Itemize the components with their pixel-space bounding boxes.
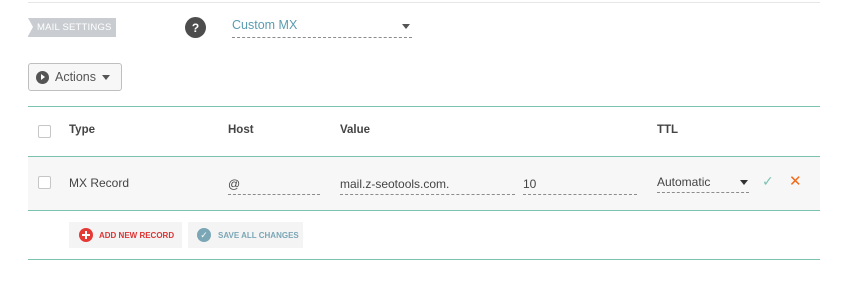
actions-label: Actions bbox=[55, 70, 96, 84]
column-header-ttl: TTL bbox=[657, 124, 679, 136]
check-circle-icon: ✓ bbox=[197, 228, 211, 242]
priority-input[interactable]: 10 bbox=[523, 177, 637, 195]
ttl-select[interactable]: Automatic bbox=[657, 175, 749, 193]
add-new-record-label: ADD NEW RECORD bbox=[99, 230, 175, 240]
record-type: MX Record bbox=[69, 176, 130, 190]
row-bottom-divider bbox=[28, 210, 820, 211]
plus-circle-icon bbox=[79, 228, 93, 242]
actions-button[interactable]: Actions bbox=[28, 63, 122, 91]
label-notch bbox=[28, 18, 33, 36]
row-checkbox[interactable] bbox=[38, 176, 51, 189]
host-input[interactable]: @ bbox=[228, 177, 320, 195]
save-all-changes-button[interactable]: ✓ SAVE ALL CHANGES bbox=[188, 222, 303, 248]
table-top-divider bbox=[28, 106, 820, 107]
chevron-down-icon bbox=[402, 24, 410, 29]
delete-x-icon[interactable]: ✕ bbox=[789, 172, 802, 190]
column-header-host: Host bbox=[228, 124, 254, 136]
chevron-down-icon bbox=[740, 180, 748, 185]
mail-settings-label: MAIL SETTINGS bbox=[28, 18, 116, 37]
add-new-record-button[interactable]: ADD NEW RECORD bbox=[69, 222, 182, 248]
column-header-value: Value bbox=[340, 124, 371, 136]
confirm-check-icon[interactable]: ✓ bbox=[762, 173, 774, 190]
top-divider bbox=[28, 2, 820, 3]
column-header-type: Type bbox=[69, 124, 95, 136]
table-bottom-divider bbox=[28, 259, 820, 260]
chevron-down-icon bbox=[102, 74, 110, 80]
mail-mode-value: Custom MX bbox=[232, 18, 298, 32]
select-all-checkbox[interactable] bbox=[38, 125, 51, 138]
value-input[interactable]: mail.z-seotools.com. bbox=[340, 177, 515, 195]
play-icon bbox=[36, 70, 49, 84]
mail-mode-select[interactable]: Custom MX bbox=[232, 18, 412, 38]
save-all-changes-label: SAVE ALL CHANGES bbox=[218, 230, 299, 240]
help-icon[interactable]: ? bbox=[185, 17, 206, 38]
mail-settings-text: MAIL SETTINGS bbox=[37, 22, 112, 33]
